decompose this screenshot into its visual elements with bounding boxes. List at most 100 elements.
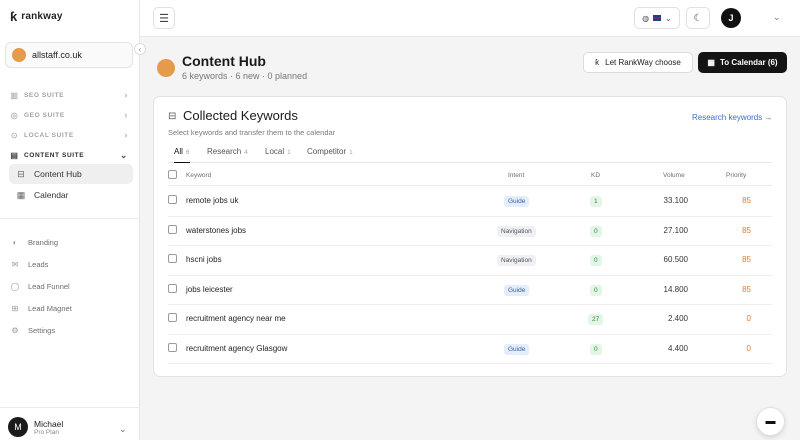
table-row[interactable]: recruitment agency Glasgow Guide 0 4.400 0 bbox=[168, 335, 772, 364]
keyword-cell: remote jobs uk bbox=[186, 196, 239, 205]
table-row[interactable]: recruitment agency near me 27 2.400 0 bbox=[168, 305, 772, 335]
nav-branding[interactable]: ◐ Branding bbox=[10, 235, 128, 249]
suite-label: LOCAL SUITE bbox=[24, 131, 74, 139]
keyword-cell: waterstones jobs bbox=[186, 225, 247, 235]
avatar: M bbox=[8, 417, 28, 437]
button-label: To Calendar (6) bbox=[719, 58, 778, 67]
row-checkbox[interactable] bbox=[168, 254, 177, 263]
priority-cell: 85 bbox=[742, 196, 751, 205]
nav-label: Calendar bbox=[34, 190, 69, 200]
chevron-right-icon: › bbox=[124, 110, 128, 120]
page-subtitle: 6 keywords · 6 new · 0 planned bbox=[182, 71, 308, 81]
volume-cell: 2.400 bbox=[667, 314, 688, 323]
card-title: Collected Keywords bbox=[183, 108, 298, 123]
tab-label: Research bbox=[207, 147, 242, 156]
table-row[interactable]: jobs leicester Guide 0 14.800 85 bbox=[168, 276, 772, 305]
language-selector[interactable]: ◍ ⌄ bbox=[634, 7, 680, 29]
tab-count: 1 bbox=[287, 149, 291, 156]
site-domain: allstaff.co.uk bbox=[32, 50, 82, 60]
column-priority: Priority bbox=[726, 172, 747, 179]
seo-chart-icon: ▥ bbox=[10, 90, 19, 100]
kd-badge: 0 bbox=[590, 225, 602, 237]
row-checkbox[interactable] bbox=[168, 224, 177, 234]
hamburger-icon: ☰ bbox=[159, 12, 169, 25]
row-checkbox[interactable] bbox=[168, 195, 177, 204]
row-checkbox[interactable] bbox=[168, 342, 177, 352]
volume-cell: 27.100 bbox=[663, 225, 688, 235]
avatar[interactable]: J bbox=[721, 8, 741, 28]
select-all-checkbox[interactable] bbox=[168, 170, 177, 179]
logo-text: rankway bbox=[21, 11, 63, 22]
tab-count: 4 bbox=[244, 149, 248, 156]
tab-label: All bbox=[174, 147, 183, 156]
gear-icon: ⚙ bbox=[11, 325, 19, 335]
nav-local-suite[interactable]: ⊙ LOCAL SUITE › bbox=[10, 128, 128, 142]
tab-research[interactable]: Research 4 bbox=[207, 147, 248, 163]
tab-label: Local bbox=[265, 147, 285, 156]
nav-seo-suite[interactable]: ▥ SEO SUITE › bbox=[10, 88, 128, 102]
nav-lead-magnet[interactable]: ⊞ Lead Magnet bbox=[10, 301, 128, 315]
top-bar: ☰ ◍ ⌄ ☾ J ⌄ bbox=[140, 0, 800, 37]
chevron-down-icon[interactable]: ⌄ bbox=[119, 424, 127, 435]
nav-lead-funnel[interactable]: ◯ Lead Funnel bbox=[10, 279, 128, 293]
nav-content-hub[interactable]: ⊟ Content Hub bbox=[9, 164, 133, 184]
site-selector[interactable]: allstaff.co.uk bbox=[5, 42, 133, 68]
suite-label: CONTENT SUITE bbox=[24, 151, 85, 159]
table-row[interactable]: remote jobs uk Guide 1 33.100 85 bbox=[168, 187, 772, 217]
to-calendar-button[interactable]: ▦ To Calendar (6) bbox=[698, 52, 787, 73]
nav-geo-suite[interactable]: ◎ GEO SUITE › bbox=[10, 108, 128, 122]
nav-leads[interactable]: ✉ Leads bbox=[10, 257, 128, 271]
chat-icon: ◯ bbox=[10, 281, 20, 291]
row-checkbox[interactable] bbox=[168, 283, 177, 293]
column-volume: Volume bbox=[663, 172, 685, 179]
chat-button[interactable]: ▬ bbox=[756, 407, 785, 436]
kd-badge: 1 bbox=[590, 196, 602, 207]
suite-label: SEO SUITE bbox=[24, 91, 65, 99]
nav-calendar[interactable]: ▦ Calendar bbox=[9, 185, 133, 205]
user-menu[interactable]: M Michael Pro Plan bbox=[8, 417, 63, 437]
site-avatar bbox=[12, 48, 26, 62]
nav-label: Settings bbox=[28, 325, 56, 335]
research-keywords-link[interactable]: Research keywords → bbox=[692, 113, 772, 122]
tab-competitor[interactable]: Competitor 1 bbox=[307, 147, 353, 163]
chevron-down-icon[interactable]: ⌄ bbox=[773, 12, 781, 23]
nav-settings[interactable]: ⚙ Settings bbox=[10, 323, 128, 337]
nav-content-suite[interactable]: ▤ CONTENT SUITE ⌄ bbox=[10, 148, 128, 162]
intent-badge: Guide bbox=[504, 284, 530, 296]
tab-count: 1 bbox=[349, 149, 353, 156]
uk-flag-icon bbox=[653, 15, 662, 21]
intent-badge: Navigation bbox=[497, 225, 536, 237]
inbox-icon: ⊟ bbox=[168, 111, 177, 122]
column-intent: Intent bbox=[508, 172, 525, 179]
geo-globe-icon: ◎ bbox=[10, 110, 19, 120]
volume-cell: 4.400 bbox=[667, 343, 688, 353]
tab-all[interactable]: All 6 bbox=[174, 147, 190, 163]
chevron-right-icon: › bbox=[124, 130, 128, 140]
sidebar-collapse-button[interactable]: ‹ bbox=[134, 43, 146, 55]
theme-toggle-button[interactable]: ☾ bbox=[686, 7, 710, 29]
chevron-down-icon: ⌄ bbox=[665, 13, 672, 23]
button-label: Let RankWay choose bbox=[605, 58, 681, 67]
gift-icon: ⊞ bbox=[11, 303, 19, 313]
let-rankway-choose-button[interactable]: ƙ Let RankWay choose bbox=[583, 52, 693, 73]
moon-icon: ☾ bbox=[693, 12, 703, 24]
site-avatar bbox=[157, 59, 175, 77]
priority-cell: 0 bbox=[746, 343, 751, 353]
chevron-down-icon: ⌄ bbox=[119, 149, 128, 160]
table-row[interactable]: hscni jobs Navigation 0 60.500 85 bbox=[168, 246, 772, 276]
priority-cell: 0 bbox=[746, 314, 751, 323]
keyword-cell: hscni jobs bbox=[186, 255, 222, 264]
calendar-icon: ▦ bbox=[707, 58, 715, 67]
menu-button[interactable]: ☰ bbox=[153, 7, 175, 29]
intent-badge: Guide bbox=[504, 196, 530, 207]
nav-label: Content Hub bbox=[34, 169, 82, 179]
row-checkbox[interactable] bbox=[168, 313, 177, 322]
sidebar: ƙ rankway allstaff.co.uk ▥ SEO SUITE › ◎… bbox=[0, 0, 140, 440]
globe-icon: ◍ bbox=[642, 13, 650, 23]
volume-cell: 33.100 bbox=[663, 196, 688, 205]
tab-local[interactable]: Local 1 bbox=[265, 147, 291, 163]
table-row[interactable]: waterstones jobs Navigation 0 27.100 85 bbox=[168, 217, 772, 246]
local-pin-icon: ⊙ bbox=[10, 130, 19, 140]
intent-badge: Navigation bbox=[497, 255, 536, 266]
logo[interactable]: ƙ rankway bbox=[10, 9, 63, 24]
